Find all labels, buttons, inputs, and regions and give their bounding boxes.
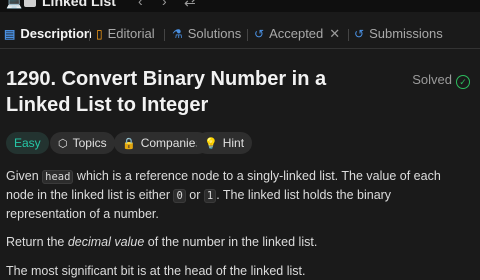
- tab-divider: [348, 29, 349, 41]
- shuffle-icon[interactable]: ⇄: [184, 0, 196, 10]
- tab-description-label: Description: [20, 26, 92, 41]
- flask-icon: ⚗: [172, 27, 183, 41]
- tab-divider: [89, 29, 90, 41]
- lock-icon: 🔒: [122, 138, 136, 150]
- hint-label: Hint: [222, 136, 245, 150]
- inline-code: 1: [203, 189, 217, 203]
- topics-button[interactable]: ⬡ Topics: [50, 132, 115, 154]
- text-span: Return the: [6, 235, 68, 249]
- problem-list-title[interactable]: Linked List: [42, 0, 116, 9]
- tab-solutions-label: Solutions: [187, 26, 242, 41]
- tab-description[interactable]: ▤ Description: [4, 26, 92, 44]
- check-circle-icon: ✓: [456, 75, 470, 89]
- leetcode-logo-icon[interactable]: 💻: [6, 0, 22, 10]
- prev-problem-icon[interactable]: ‹: [138, 0, 143, 9]
- tab-accepted-label: Accepted: [269, 26, 324, 41]
- text-span: or: [185, 188, 204, 202]
- solved-label: Solved: [412, 72, 452, 87]
- undo-icon: ↺: [254, 27, 265, 41]
- tab-divider: [247, 29, 248, 41]
- inline-code: 0: [173, 189, 186, 203]
- tab-submissions[interactable]: ↺ Submissions: [354, 26, 443, 44]
- description-paragraph-1: Given head which is a reference node to …: [6, 167, 472, 223]
- tab-bar: ▤ Description ▯ Editorial ⚗ Solutions ↺ Acce…: [0, 20, 480, 49]
- inline-code: head: [42, 170, 74, 184]
- list-icon: [24, 0, 36, 7]
- tab-accepted[interactable]: ↺ Accepted ✕: [254, 26, 340, 44]
- difficulty-label: Easy: [14, 136, 41, 150]
- difficulty-badge: Easy: [6, 132, 49, 154]
- top-bar: 💻 Linked List ‹ › ⇄: [0, 0, 480, 12]
- emphasis-text: decimal value: [67, 235, 145, 249]
- text-span: of the number in the linked list.: [144, 235, 318, 249]
- book-icon: ▯: [96, 27, 103, 41]
- companies-label: Companies: [140, 136, 202, 150]
- description-paragraph-3: The most significant bit is at the head …: [6, 262, 472, 280]
- text-span: The most significant bit is at the head …: [6, 264, 306, 278]
- history-icon: ↺: [354, 27, 365, 41]
- problem-title[interactable]: 1290. Convert Binary Number in a Linked …: [6, 66, 396, 118]
- tag-icon: ⬡: [58, 138, 68, 150]
- bulb-icon: 💡: [204, 138, 218, 150]
- tab-editorial-label: Editorial: [107, 26, 155, 41]
- next-problem-icon[interactable]: ›: [162, 0, 167, 9]
- document-icon: ▤: [4, 27, 16, 41]
- description-paragraph-2: Return the decimal value of the number i…: [6, 233, 472, 251]
- tab-solutions[interactable]: ⚗ Solutions: [172, 26, 241, 44]
- tab-submissions-label: Submissions: [369, 26, 443, 41]
- solved-status: Solved ✓: [412, 72, 470, 89]
- tab-editorial[interactable]: ▯ Editorial: [96, 26, 155, 44]
- text-span: Given: [6, 169, 43, 183]
- hint-button[interactable]: 💡 Hint: [196, 132, 253, 154]
- tab-divider: [164, 29, 165, 41]
- close-icon[interactable]: ✕: [329, 26, 340, 41]
- topics-label: Topics: [72, 136, 107, 150]
